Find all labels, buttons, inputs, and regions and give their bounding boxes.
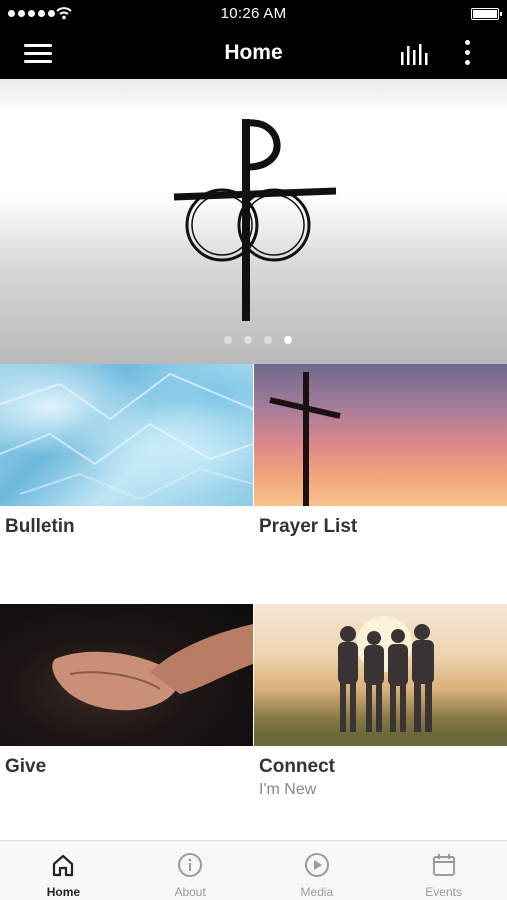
tab-label: About	[174, 885, 206, 899]
page-title: Home	[224, 41, 283, 64]
status-time: 10:26 AM	[220, 5, 287, 22]
prayer-list-image	[254, 364, 507, 506]
give-image	[0, 604, 253, 746]
bulletin-image	[0, 364, 253, 506]
nav-bar: Home	[0, 28, 507, 79]
hero-carousel[interactable]	[0, 79, 507, 364]
carousel-pagination	[0, 336, 507, 344]
chi-rho-rings-logo	[173, 119, 337, 321]
tile-title: Give	[5, 756, 47, 777]
status-bar: 10:26 AM	[0, 0, 507, 28]
more-options-icon[interactable]	[460, 38, 476, 68]
tab-label: Media	[300, 885, 334, 899]
tile-give[interactable]: Give	[0, 604, 253, 844]
hamburger-menu-icon[interactable]	[24, 42, 52, 64]
audio-bars-icon[interactable]	[398, 42, 430, 66]
home-icon	[53, 854, 74, 877]
carousel-dot[interactable]	[263, 336, 272, 344]
tab-bar: Home About Media Events	[0, 840, 507, 900]
connect-image	[254, 604, 507, 746]
tile-title: Bulletin	[5, 516, 75, 537]
calendar-icon	[432, 854, 455, 876]
tile-subtitle: I'm New	[259, 781, 317, 798]
tile-bulletin[interactable]: Bulletin	[0, 364, 253, 604]
carousel-dot[interactable]	[223, 336, 232, 344]
tab-media[interactable]: Media	[254, 841, 381, 900]
tab-events[interactable]: Events	[380, 841, 507, 900]
tile-title: Prayer List	[259, 516, 358, 537]
tab-label: Home	[46, 885, 81, 899]
tab-home[interactable]: Home	[0, 841, 127, 900]
tile-title: Connect	[259, 756, 335, 777]
play-circle-icon	[304, 853, 329, 877]
battery-icon	[471, 8, 502, 20]
tile-connect[interactable]: Connect I'm New	[254, 604, 507, 844]
tab-about[interactable]: About	[127, 841, 254, 900]
info-icon	[178, 853, 203, 877]
carousel-dot[interactable]	[243, 336, 252, 344]
carousel-dot-active[interactable]	[283, 336, 292, 344]
tab-label: Events	[425, 885, 462, 899]
tile-prayer-list[interactable]: Prayer List	[254, 364, 507, 604]
